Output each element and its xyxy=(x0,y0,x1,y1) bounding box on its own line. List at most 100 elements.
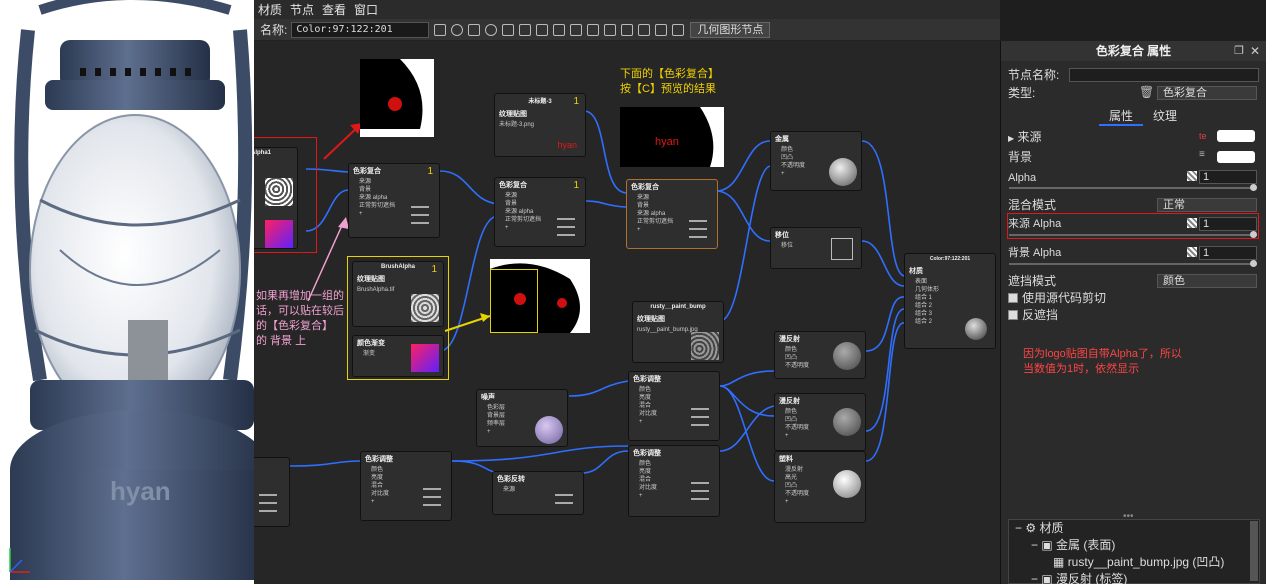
texture-map-node-1[interactable]: 未标题-3 1 纹理贴图 未标题-3.png hyan xyxy=(494,93,586,157)
source-alpha-slider-track[interactable] xyxy=(1009,234,1257,236)
expand-arrow-icon[interactable]: ▶ xyxy=(1008,134,1014,143)
blend-mode-dropdown[interactable]: 正常 xyxy=(1157,198,1257,212)
render-viewport[interactable]: hyan xyxy=(0,0,254,584)
diffuse-node-1[interactable]: 漫反射 颜色 凹凸 不透明度 xyxy=(774,331,866,379)
type-label: 类型: xyxy=(1008,86,1036,100)
source-alpha-value-field[interactable]: 1 xyxy=(1199,217,1257,231)
noise-node[interactable]: 噪声 色彩层 背景层 频率层 + xyxy=(476,389,568,447)
pin-icon[interactable] xyxy=(672,23,685,36)
brush-alpha-texture-node[interactable]: BrushAlpha 1 纹理贴图 BrushAlpha.tif xyxy=(352,261,444,327)
node-title: 漫反射 xyxy=(779,398,800,405)
list-icon[interactable] xyxy=(655,23,668,36)
color-composite-node-2[interactable]: 色彩复合 1 来源 背景 来源 alpha 正常剪切遮挡 + xyxy=(494,177,586,247)
rusty-paint-texture-node[interactable]: rusty__paint_bump 纹理贴图 rusty__paint_bump… xyxy=(632,301,724,363)
bg-alpha-value-field[interactable]: 1 xyxy=(1199,246,1257,260)
menu-node[interactable]: 节点 xyxy=(286,1,318,18)
port-label: 组合 1 xyxy=(915,295,933,301)
arrange-icon[interactable] xyxy=(587,23,600,36)
color-adjust-node-1[interactable]: 色彩调整 颜色 亮度 混合 对比度 + xyxy=(628,371,720,441)
source-clip-row[interactable]: 使用源代码剪切 xyxy=(1008,290,1258,306)
tree-item-diffuse[interactable]: − ▣ 漫反射 (标签) xyxy=(1009,571,1259,584)
bg-alpha-slider-knob[interactable] xyxy=(1250,260,1257,267)
tree-label: rusty__paint_bump.jpg (凹凸) xyxy=(1067,555,1225,569)
tab-texture[interactable]: 纹理 xyxy=(1143,107,1187,124)
node-graph-canvas[interactable]: Alpha1 色彩复合 1 来源 背景 来源 alpha 正常剪切遮挡 + 未标… xyxy=(254,41,1000,584)
color-composite-node-1[interactable]: 色彩复合 1 来源 背景 来源 alpha 正常剪切遮挡 + xyxy=(348,163,440,238)
color-composite-node-3[interactable]: 色彩复合 来源 背景 来源 alpha 正常剪切遮挡 + xyxy=(626,179,718,249)
refresh-icon[interactable] xyxy=(485,23,498,36)
port-label: 亮度 xyxy=(371,475,384,481)
occlusion-dropdown[interactable]: 颜色 xyxy=(1157,274,1257,288)
bg-alpha-slider-track[interactable] xyxy=(1009,263,1257,265)
top-annotation: 下面的【色彩复合】 按【C】预览的结果 xyxy=(620,67,719,97)
source-alpha-slider-knob[interactable] xyxy=(1250,231,1257,238)
glossy-node[interactable]: 塑料 漫反射 高光 凹凸 不透明度 + xyxy=(774,451,866,523)
layout-icon[interactable] xyxy=(468,23,481,36)
collapse-icon[interactable] xyxy=(519,23,532,36)
background-color-swatch[interactable] xyxy=(1217,151,1255,163)
brush-thumbnail xyxy=(411,294,439,322)
left-annotation: 如果再增加一组的 话，可以贴在较后 的【色彩复合】 的 背景 上 xyxy=(256,289,344,349)
material-output-node[interactable]: Color:97:122:201 材质 表面 几何体形 组合 1 组合 2 组合… xyxy=(904,253,996,349)
node-title: 色彩复合 xyxy=(631,184,659,191)
search-icon[interactable] xyxy=(451,23,464,36)
node-header: 未标题-3 xyxy=(528,99,552,105)
tree-label: 漫反射 (标签) xyxy=(1056,572,1128,584)
ungroup-icon[interactable] xyxy=(621,23,634,36)
background-label: 背景 xyxy=(1008,150,1033,164)
source-color-swatch[interactable] xyxy=(1217,130,1255,142)
restore-icon[interactable]: ❐ xyxy=(1234,44,1244,57)
color-invert-node[interactable]: 色彩反转 来源 xyxy=(492,471,584,515)
node-title: 塑料 xyxy=(779,456,793,463)
diffuse-node-2[interactable]: 漫反射 颜色 凹凸 不透明度 + xyxy=(774,393,866,451)
partial-node[interactable] xyxy=(254,457,290,527)
grid-icon[interactable] xyxy=(604,23,617,36)
node-name-input[interactable] xyxy=(1069,68,1259,82)
background-settings-icon[interactable]: ≡ xyxy=(1199,149,1205,160)
tab-properties[interactable]: 属性 xyxy=(1099,107,1143,126)
alpha-slider-knob[interactable] xyxy=(1250,184,1257,191)
source-clip-checkbox[interactable] xyxy=(1008,293,1018,303)
metal-sphere xyxy=(829,158,857,186)
gradient-node[interactable]: 颜色渐变 渐变 xyxy=(352,335,444,377)
port-label: 组合 2 xyxy=(915,303,933,309)
note-line: 因为logo贴图自带Alpha了，所以 xyxy=(1023,348,1182,360)
source-link-icon[interactable]: te xyxy=(1199,131,1207,141)
menu-view[interactable]: 查看 xyxy=(318,1,350,18)
composite-preview-1 xyxy=(360,59,434,137)
node-title: 色彩复合 xyxy=(353,168,381,175)
copy-icon[interactable] xyxy=(536,23,549,36)
alpha-slider-track[interactable] xyxy=(1009,187,1257,189)
port-label: 来源 alpha xyxy=(359,195,388,201)
invert-occlusion-checkbox[interactable] xyxy=(1008,310,1018,320)
geometry-node-button[interactable]: 几何图形节点 xyxy=(690,21,771,38)
fit-icon[interactable] xyxy=(638,23,651,36)
trash-icon[interactable]: 🗑 xyxy=(1139,85,1154,99)
alpha-value-field[interactable]: 1 xyxy=(1199,170,1257,184)
invert-occlusion-row[interactable]: 反遮挡 xyxy=(1008,307,1258,323)
color-adjust-node-3[interactable]: 色彩调整 颜色 亮度 混合 对比度 + xyxy=(628,445,720,517)
menu-window[interactable]: 窗口 xyxy=(350,1,382,18)
color-adjust-node-2[interactable]: 色彩调整 颜色 亮度 混合 对比度 + xyxy=(360,451,452,521)
tree-item-rusty[interactable]: ▦ rusty__paint_bump.jpg (凹凸) xyxy=(1009,554,1259,571)
note-line: 的 背景 上 xyxy=(256,335,307,347)
tree-item-metal[interactable]: − ▣ 金属 (表面) xyxy=(1009,537,1259,554)
type-dropdown[interactable]: 色彩复合 xyxy=(1157,86,1257,100)
note-line: 按【C】预览的结果 xyxy=(620,83,716,95)
save-icon[interactable] xyxy=(434,23,447,36)
group-icon[interactable] xyxy=(570,23,583,36)
delete-icon[interactable] xyxy=(553,23,566,36)
close-icon[interactable]: ✕ xyxy=(1250,44,1260,58)
note-line: 话，可以贴在较后 xyxy=(256,305,344,317)
tree-item-root[interactable]: − ⚙ 材质 xyxy=(1009,520,1259,537)
noise-thumbnail xyxy=(535,416,563,444)
node-name-label: 节点名称: xyxy=(1008,68,1060,82)
port-label: 来源 xyxy=(503,487,516,493)
tree-scrollbar[interactable] xyxy=(1250,521,1258,581)
displacement-node[interactable]: 移位 移位 xyxy=(770,227,862,269)
menu-material[interactable]: 材质 xyxy=(254,1,286,18)
align-icon[interactable] xyxy=(502,23,515,36)
metal-node[interactable]: 金属 颜色 凹凸 不透明度 + xyxy=(770,131,862,191)
node-name-field[interactable]: Color:97:122:201 xyxy=(291,21,430,38)
bg-alpha-checker-icon xyxy=(1187,247,1197,257)
